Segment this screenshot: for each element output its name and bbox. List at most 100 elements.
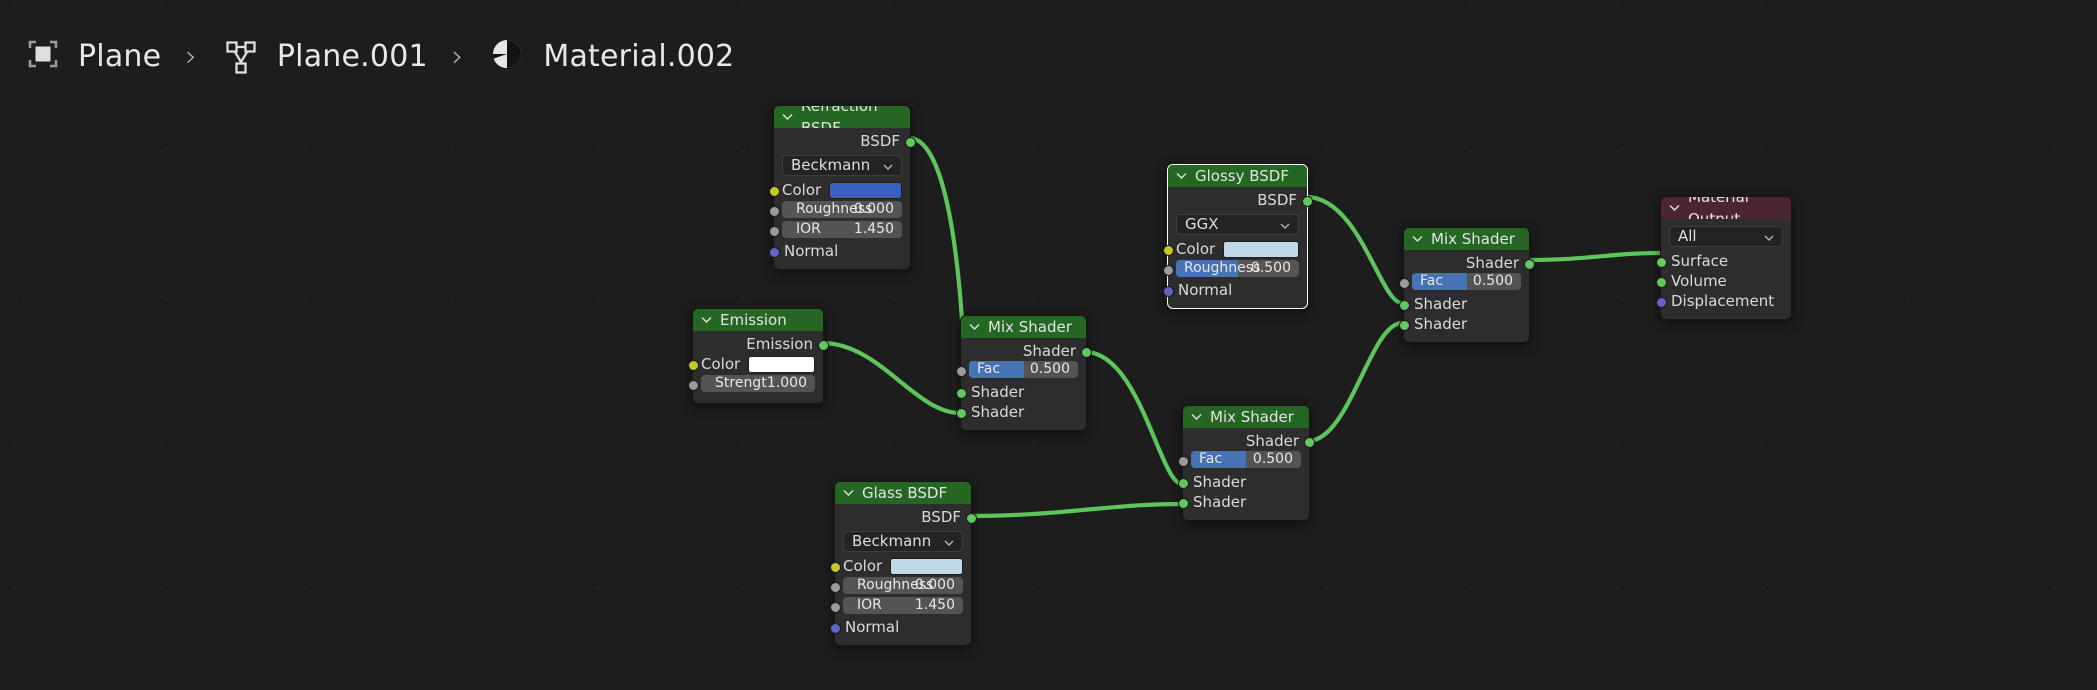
socket-input-color[interactable] <box>687 359 699 371</box>
dropdown-glass-distribution[interactable]: Beckmann <box>843 531 963 552</box>
socket-input-volume[interactable] <box>1655 276 1667 288</box>
prop-row-refraction-roughness[interactable]: Roughness 0.000 <box>768 201 910 220</box>
prop-row-refraction-color[interactable]: Color <box>768 180 910 200</box>
socket-input-strength[interactable] <box>687 379 699 391</box>
numfield-glass-ior[interactable]: IOR 1.450 <box>843 597 963 614</box>
prop-row-glass-color[interactable]: Color <box>829 556 971 576</box>
numfield-refraction-ior[interactable]: IOR 1.450 <box>782 221 902 238</box>
dropdown-refraction-distribution[interactable]: Beckmann <box>782 155 902 176</box>
node-header-mix-shader-2[interactable]: Mix Shader <box>1183 406 1309 428</box>
prop-row-glass-roughness[interactable]: Roughness 0.000 <box>829 577 971 596</box>
node-header-refraction-bsdf[interactable]: Refraction BSDF <box>774 106 910 128</box>
color-swatch-glossy[interactable] <box>1223 240 1299 258</box>
socket-input-fac[interactable] <box>1177 455 1189 467</box>
socket-input-roughness[interactable] <box>768 205 780 217</box>
socket-row-mix1-shader-b[interactable]: Shader <box>955 402 1086 422</box>
prop-row-glass-ior[interactable]: IOR 1.450 <box>829 597 971 616</box>
breadcrumb-item-material[interactable]: Material.002 <box>481 34 740 78</box>
prop-row-glossy-roughness[interactable]: Roughness 0.500 <box>1162 260 1307 279</box>
chevron-down-icon[interactable] <box>843 489 854 496</box>
socket-input-normal[interactable] <box>829 622 841 634</box>
numfield-glossy-roughness[interactable]: Roughness 0.500 <box>1176 260 1299 277</box>
socket-row-glossy-bsdf-out[interactable]: BSDF <box>1168 190 1313 210</box>
dropdown-output-target[interactable]: All <box>1669 226 1783 247</box>
color-swatch-emission[interactable] <box>748 355 815 373</box>
node-mix-shader-1[interactable]: Mix Shader Shader Fac 0.500 Shader Shade… <box>955 315 1092 431</box>
socket-row-mix3-out[interactable]: Shader <box>1404 253 1535 273</box>
socket-output-emission[interactable] <box>817 339 829 351</box>
socket-input-roughness[interactable] <box>1162 264 1174 276</box>
numfield-emission-strength[interactable]: Strengt 1.000 <box>701 375 815 392</box>
chevron-down-icon[interactable] <box>969 323 980 330</box>
numfield-refraction-roughness[interactable]: Roughness 0.000 <box>782 201 902 218</box>
socket-row-mix3-shader-b[interactable]: Shader <box>1398 314 1529 334</box>
chevron-down-icon[interactable] <box>1412 235 1423 242</box>
numfield-glass-roughness[interactable]: Roughness 0.000 <box>843 577 963 594</box>
socket-row-output-volume[interactable]: Volume <box>1655 271 1791 291</box>
socket-input-ior[interactable] <box>768 225 780 237</box>
socket-input-color[interactable] <box>1162 244 1174 256</box>
prop-row-mix2-fac[interactable]: Fac 0.500 <box>1177 451 1309 471</box>
node-header-emission[interactable]: Emission <box>693 309 823 331</box>
node-header-mix-shader-3[interactable]: Mix Shader <box>1404 228 1529 250</box>
node-mix-shader-3[interactable]: Mix Shader Shader Fac 0.500 Shader Shade… <box>1398 227 1535 343</box>
node-header-material-output[interactable]: Material Output <box>1661 197 1791 219</box>
socket-row-mix1-shader-a[interactable]: Shader <box>955 382 1086 402</box>
prop-row-emission-strength[interactable]: Strengt 1.000 <box>687 375 823 394</box>
socket-row-output-displacement[interactable]: Displacement <box>1655 291 1791 311</box>
socket-row-mix2-shader-a[interactable]: Shader <box>1177 472 1309 492</box>
node-glossy-bsdf[interactable]: Glossy BSDF BSDF GGX Color Roughness 0.5… <box>1162 164 1313 309</box>
socket-row-refraction-normal[interactable]: Normal <box>768 241 910 261</box>
prop-row-mix1-fac[interactable]: Fac 0.500 <box>955 361 1086 381</box>
socket-output-bsdf[interactable] <box>965 512 977 524</box>
socket-input-roughness[interactable] <box>829 581 841 593</box>
numfield-mix1-fac[interactable]: Fac 0.500 <box>969 361 1078 378</box>
node-refraction-bsdf[interactable]: Refraction BSDF BSDF Beckmann Color Roug… <box>768 105 916 270</box>
socket-input-normal[interactable] <box>1162 285 1174 297</box>
socket-output-bsdf[interactable] <box>904 136 916 148</box>
socket-row-output-surface[interactable]: Surface <box>1655 251 1791 271</box>
color-swatch-refraction[interactable] <box>829 181 902 199</box>
socket-row-refraction-bsdf-out[interactable]: BSDF <box>774 131 916 151</box>
socket-row-glossy-normal[interactable]: Normal <box>1162 280 1307 300</box>
socket-output-bsdf[interactable] <box>1301 195 1313 207</box>
prop-row-refraction-ior[interactable]: IOR 1.450 <box>768 221 910 240</box>
socket-input-ior[interactable] <box>829 601 841 613</box>
chevron-down-icon[interactable] <box>782 113 793 120</box>
socket-row-emission-out[interactable]: Emission <box>693 334 829 354</box>
socket-input-color[interactable] <box>829 561 841 573</box>
numfield-mix3-fac[interactable]: Fac 0.500 <box>1412 273 1521 290</box>
prop-row-mix3-fac[interactable]: Fac 0.500 <box>1398 273 1529 293</box>
node-emission[interactable]: Emission Emission Color Strengt 1.000 <box>687 308 829 404</box>
socket-input-normal[interactable] <box>768 246 780 258</box>
socket-input-fac[interactable] <box>1398 277 1410 289</box>
socket-input-color[interactable] <box>768 185 780 197</box>
socket-input-shader-b[interactable] <box>1398 319 1410 331</box>
socket-row-glass-normal[interactable]: Normal <box>829 617 971 637</box>
prop-row-glossy-color[interactable]: Color <box>1162 239 1307 259</box>
socket-output-shader[interactable] <box>1080 346 1092 358</box>
socket-row-mix2-shader-b[interactable]: Shader <box>1177 492 1309 512</box>
node-mix-shader-2[interactable]: Mix Shader Shader Fac 0.500 Shader Shade… <box>1177 405 1315 521</box>
socket-row-mix2-out[interactable]: Shader <box>1183 431 1315 451</box>
node-header-glass-bsdf[interactable]: Glass BSDF <box>835 482 971 504</box>
node-glass-bsdf[interactable]: Glass BSDF BSDF Beckmann Color Roughness… <box>829 481 977 646</box>
chevron-down-icon[interactable] <box>1669 204 1680 211</box>
node-material-output[interactable]: Material Output All Surface Volume Displ… <box>1655 196 1792 320</box>
prop-row-emission-color[interactable]: Color <box>687 354 823 374</box>
socket-input-shader-a[interactable] <box>1398 299 1410 311</box>
socket-row-mix1-out[interactable]: Shader <box>961 341 1092 361</box>
breadcrumb-item-object[interactable]: Plane <box>18 35 167 77</box>
node-header-mix-shader-1[interactable]: Mix Shader <box>961 316 1086 338</box>
socket-input-shader-a[interactable] <box>1177 477 1189 489</box>
numfield-mix2-fac[interactable]: Fac 0.500 <box>1191 451 1301 468</box>
chevron-down-icon[interactable] <box>1191 413 1202 420</box>
node-header-glossy-bsdf[interactable]: Glossy BSDF <box>1168 165 1307 187</box>
socket-input-shader-a[interactable] <box>955 387 967 399</box>
socket-input-fac[interactable] <box>955 365 967 377</box>
breadcrumb-item-mesh[interactable]: Plane.001 <box>215 34 434 78</box>
socket-row-glass-bsdf-out[interactable]: BSDF <box>835 507 977 527</box>
socket-row-mix3-shader-a[interactable]: Shader <box>1398 294 1529 314</box>
socket-input-surface[interactable] <box>1655 256 1667 268</box>
socket-input-shader-b[interactable] <box>1177 497 1189 509</box>
